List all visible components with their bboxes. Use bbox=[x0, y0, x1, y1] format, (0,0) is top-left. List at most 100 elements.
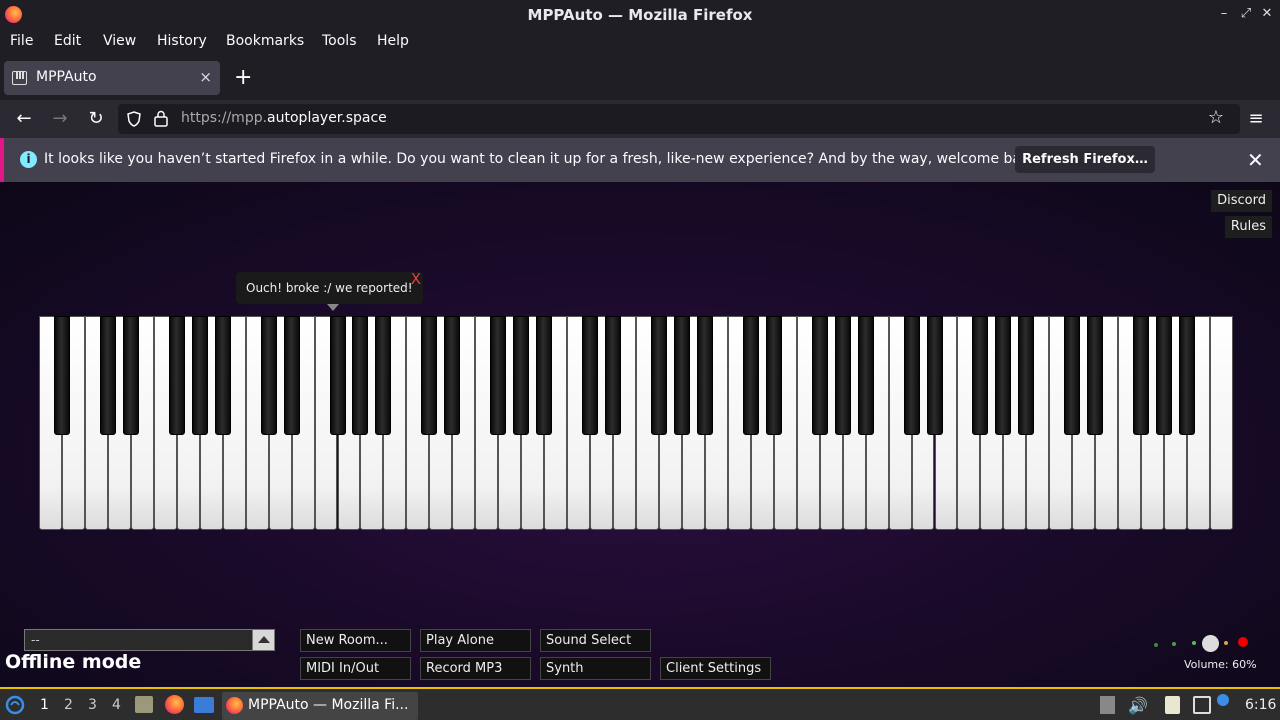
black-key[interactable] bbox=[444, 316, 461, 435]
black-key[interactable] bbox=[352, 316, 369, 435]
notification-close-icon[interactable]: ✕ bbox=[1247, 148, 1264, 172]
black-key[interactable] bbox=[421, 316, 438, 435]
tab-mppauto[interactable]: MPPAuto × bbox=[4, 61, 220, 95]
black-key[interactable] bbox=[490, 316, 507, 435]
clipboard-icon[interactable] bbox=[1100, 696, 1115, 714]
up-arrow-icon[interactable] bbox=[252, 630, 274, 650]
black-key[interactable] bbox=[995, 316, 1012, 435]
black-key[interactable] bbox=[99, 316, 116, 435]
clock: 6:16 bbox=[1245, 697, 1277, 713]
tab-close-icon[interactable]: × bbox=[199, 68, 212, 86]
black-key[interactable] bbox=[972, 316, 989, 435]
white-key[interactable] bbox=[1210, 316, 1233, 530]
offline-mode-label: Offline mode bbox=[5, 651, 142, 673]
sound-select-button[interactable]: Sound Select bbox=[540, 629, 651, 652]
black-key[interactable] bbox=[260, 316, 277, 435]
black-key[interactable] bbox=[811, 316, 828, 435]
black-key[interactable] bbox=[191, 316, 208, 435]
black-key[interactable] bbox=[582, 316, 599, 435]
desktop-3[interactable]: 3 bbox=[88, 697, 97, 713]
discord-button[interactable]: Discord bbox=[1211, 190, 1272, 212]
firefox-window-icon bbox=[226, 697, 243, 714]
desktop-4[interactable]: 4 bbox=[112, 697, 121, 713]
update-notification-icon[interactable] bbox=[1217, 694, 1229, 706]
black-key[interactable] bbox=[53, 316, 70, 435]
menu-edit[interactable]: Edit bbox=[54, 33, 81, 49]
menu-help[interactable]: Help bbox=[377, 33, 409, 49]
taskbar-firefox-window[interactable]: MPPAuto — Mozilla Fi... bbox=[222, 692, 418, 720]
info-icon: i bbox=[20, 151, 37, 168]
midi-in-out-button[interactable]: MIDI In/Out bbox=[300, 657, 411, 680]
bookmark-star-icon[interactable]: ☆ bbox=[1205, 107, 1227, 129]
close-window-icon[interactable]: ✕ bbox=[1259, 6, 1275, 22]
refresh-firefox-button[interactable]: Refresh Firefox… bbox=[1015, 146, 1155, 173]
black-key[interactable] bbox=[1133, 316, 1150, 435]
desktop-2[interactable]: 2 bbox=[64, 697, 73, 713]
black-key[interactable] bbox=[375, 316, 392, 435]
shield-icon[interactable] bbox=[126, 111, 142, 127]
synth-button[interactable]: Synth bbox=[540, 657, 651, 680]
black-key[interactable] bbox=[696, 316, 713, 435]
new-room-button[interactable]: New Room... bbox=[300, 629, 411, 652]
black-key[interactable] bbox=[605, 316, 622, 435]
tooltip-close-icon[interactable]: X bbox=[411, 270, 421, 288]
menu-history[interactable]: History bbox=[157, 33, 207, 49]
navigation-bar: ← → ↻ https://mpp.autoplayer.space ☆ ≡ bbox=[0, 100, 1280, 138]
piano-keyboard[interactable] bbox=[39, 316, 1233, 530]
play-alone-button[interactable]: Play Alone bbox=[420, 629, 531, 652]
start-menu-icon[interactable] bbox=[5, 695, 25, 715]
back-icon[interactable]: ← bbox=[13, 108, 35, 130]
terminal-icon[interactable] bbox=[194, 697, 214, 713]
black-key[interactable] bbox=[513, 316, 530, 435]
black-key[interactable] bbox=[650, 316, 667, 435]
network-icon[interactable] bbox=[1193, 696, 1211, 714]
black-key[interactable] bbox=[903, 316, 920, 435]
volume-control[interactable]: Volume: 60% bbox=[1154, 629, 1264, 671]
black-key[interactable] bbox=[673, 316, 690, 435]
menu-file[interactable]: File bbox=[10, 33, 33, 49]
black-key[interactable] bbox=[857, 316, 874, 435]
black-key[interactable] bbox=[1179, 316, 1196, 435]
black-key[interactable] bbox=[536, 316, 553, 435]
lock-icon[interactable] bbox=[154, 110, 168, 127]
black-key[interactable] bbox=[214, 316, 231, 435]
record-mp3-button[interactable]: Record MP3 bbox=[420, 657, 531, 680]
black-key[interactable] bbox=[765, 316, 782, 435]
black-key[interactable] bbox=[1156, 316, 1173, 435]
tooltip-text: Ouch! broke :/ we reported! bbox=[246, 281, 413, 295]
piano-favicon-icon bbox=[12, 71, 27, 85]
volume-tray-icon[interactable]: 🔊 bbox=[1128, 696, 1148, 715]
volume-dot bbox=[1192, 641, 1196, 645]
rules-button[interactable]: Rules bbox=[1224, 216, 1272, 238]
room-select[interactable]: -- bbox=[24, 629, 275, 651]
black-key[interactable] bbox=[742, 316, 759, 435]
file-manager-icon[interactable] bbox=[135, 696, 153, 713]
menu-tools[interactable]: Tools bbox=[322, 33, 357, 49]
maximize-icon[interactable]: ⤢ bbox=[1238, 6, 1254, 22]
black-key[interactable] bbox=[122, 316, 139, 435]
notes-icon[interactable] bbox=[1165, 696, 1180, 714]
firefox-launcher-icon[interactable] bbox=[165, 695, 184, 714]
minimize-icon[interactable]: – bbox=[1216, 6, 1232, 22]
url-bar[interactable]: https://mpp.autoplayer.space ☆ bbox=[118, 104, 1240, 134]
menu-view[interactable]: View bbox=[103, 33, 136, 49]
tab-label: MPPAuto bbox=[36, 69, 97, 85]
black-key[interactable] bbox=[1087, 316, 1104, 435]
menu-bookmarks[interactable]: Bookmarks bbox=[226, 33, 304, 49]
desktop-1[interactable]: 1 bbox=[40, 697, 49, 713]
new-tab-icon[interactable]: + bbox=[234, 65, 252, 90]
client-settings-button[interactable]: Client Settings bbox=[660, 657, 771, 680]
hamburger-menu-icon[interactable]: ≡ bbox=[1245, 108, 1267, 130]
black-key[interactable] bbox=[283, 316, 300, 435]
forward-icon[interactable]: → bbox=[49, 108, 71, 130]
black-key[interactable] bbox=[926, 316, 943, 435]
reload-icon[interactable]: ↻ bbox=[85, 108, 107, 130]
window-title: MPPAuto — Mozilla Firefox bbox=[527, 6, 753, 24]
black-key[interactable] bbox=[834, 316, 851, 435]
url-text[interactable]: https://mpp.autoplayer.space bbox=[181, 110, 387, 126]
black-key[interactable] bbox=[1018, 316, 1035, 435]
black-key[interactable] bbox=[168, 316, 185, 435]
volume-knob[interactable] bbox=[1202, 635, 1219, 652]
black-key[interactable] bbox=[329, 316, 346, 435]
black-key[interactable] bbox=[1064, 316, 1081, 435]
